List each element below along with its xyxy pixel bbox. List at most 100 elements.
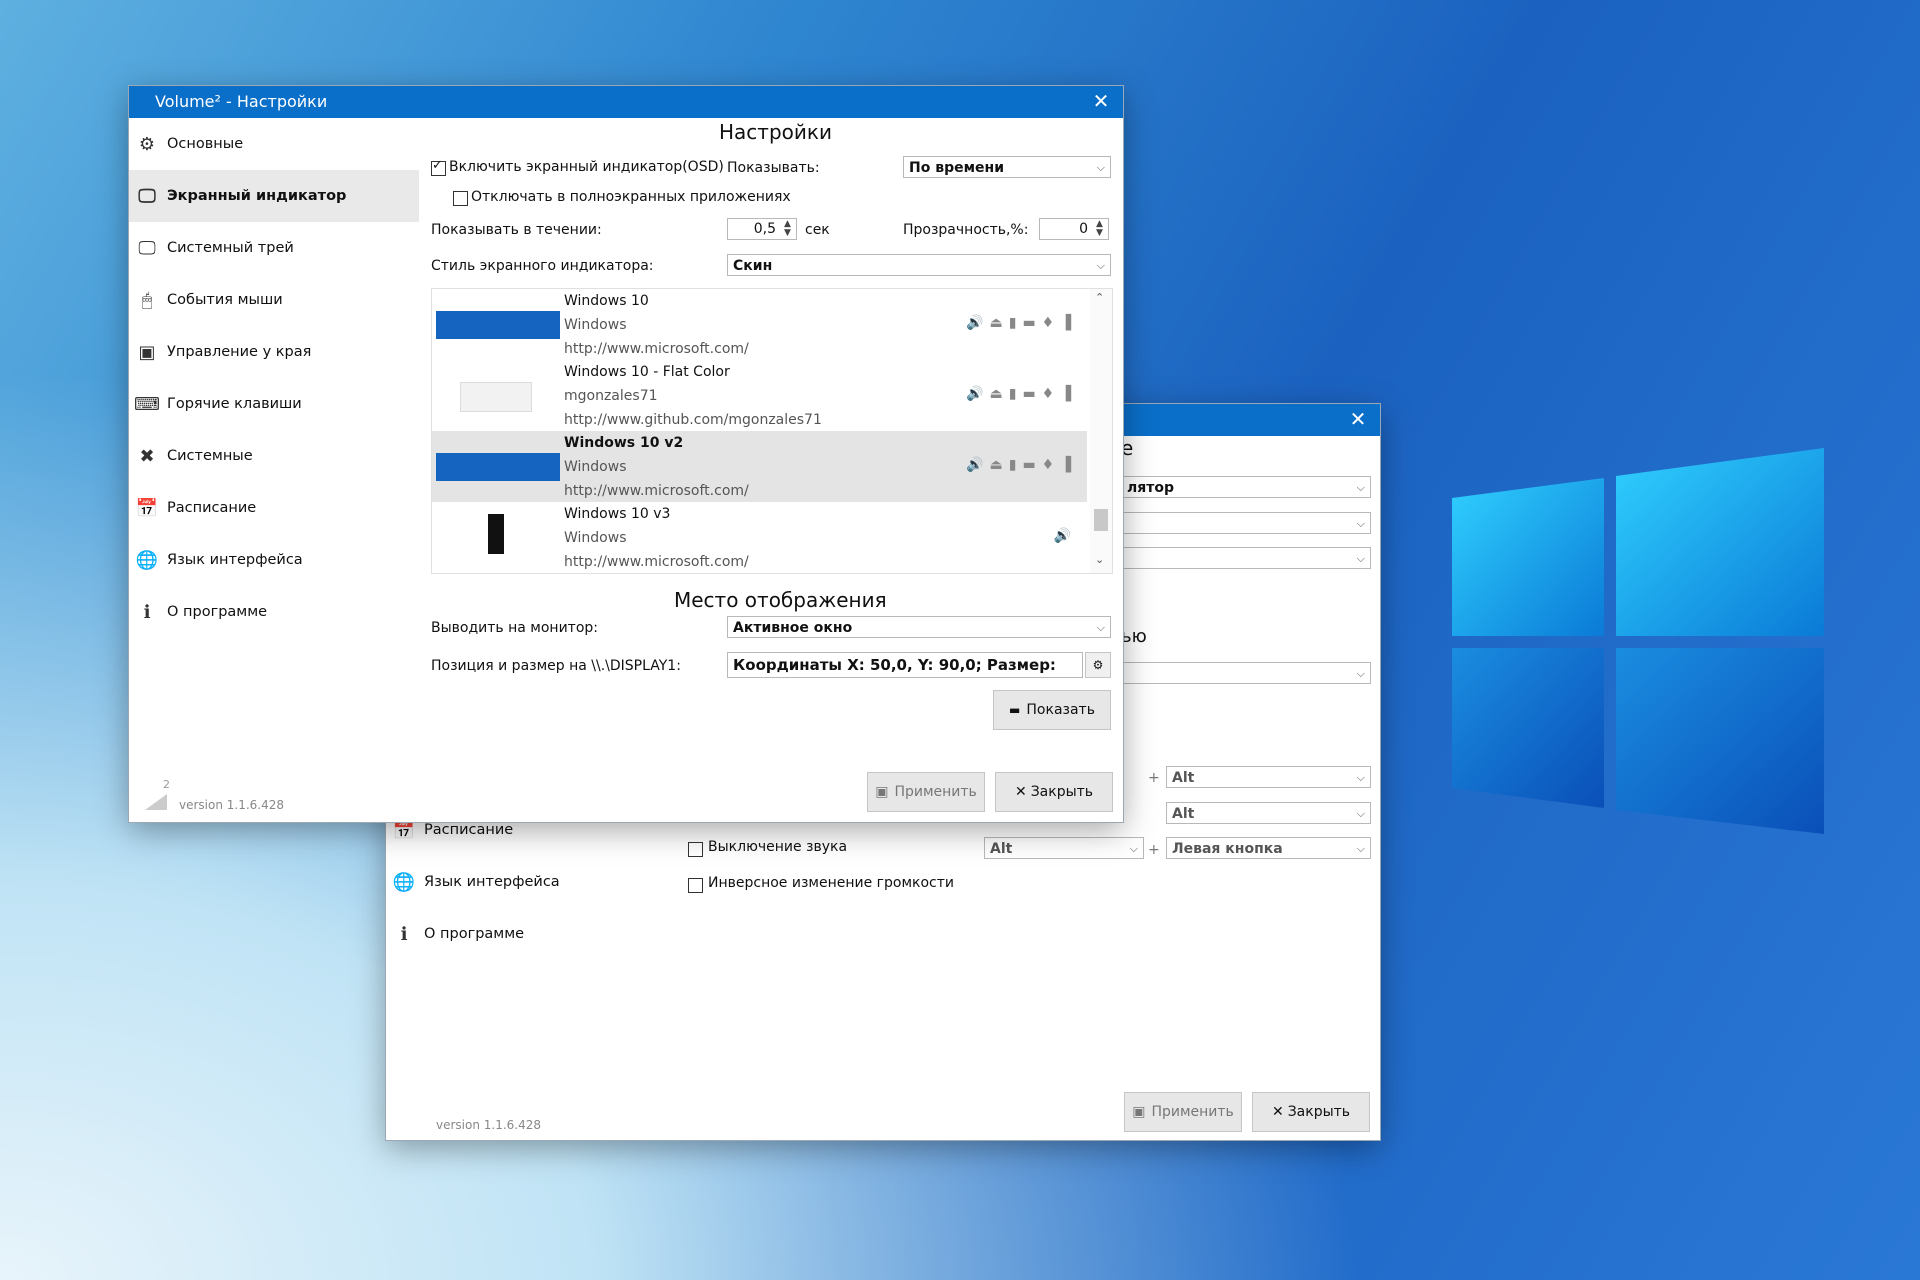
back-text-partial: ью xyxy=(1121,626,1147,647)
tray-icon: 🖵 xyxy=(138,237,156,259)
close-button[interactable]: ✕ Закрыть xyxy=(995,772,1113,812)
skin-feature-icons: 🔊⏏▮▬♦▐ xyxy=(966,386,1077,402)
sidebar-item-schedule[interactable]: 📅 Расписание xyxy=(129,482,419,534)
enable-osd-label: Включить экранный индикатор(OSD) xyxy=(449,159,724,175)
back-sidebar-item-about[interactable]: ℹ О программе xyxy=(386,908,676,960)
chevron-down-icon: ⌵ xyxy=(1096,161,1105,174)
speaker-icon: 🔊 xyxy=(1053,528,1077,544)
back-dropdown-1[interactable]: лятор ⌵ xyxy=(1121,476,1371,498)
sidebar-item-hotkeys[interactable]: ⌨ Горячие клавиши xyxy=(129,378,419,430)
close-icon[interactable]: ✕ xyxy=(1091,90,1111,112)
show-button[interactable]: ▬ Показать xyxy=(993,690,1111,730)
page-title: Настройки xyxy=(719,120,832,144)
inverse-volume-checkbox[interactable] xyxy=(688,878,703,893)
modifier-dropdown-1[interactable]: Alt ⌵ xyxy=(1166,766,1371,788)
gear-icon: ⚙ xyxy=(1092,658,1104,672)
back-dropdown-4[interactable]: ⌵ xyxy=(1121,662,1371,684)
back-version-label: version 1.1.6.428 xyxy=(436,1118,542,1132)
monitor-icon: 🖵 xyxy=(138,185,156,207)
chevron-down-icon: ⌵ xyxy=(1356,517,1365,530)
skin-preview-image xyxy=(436,453,560,481)
skin-preview-image xyxy=(460,382,532,412)
monitor-label: Выводить на монитор: xyxy=(431,620,598,636)
back-dropdown-2[interactable]: ⌵ xyxy=(1121,512,1371,534)
screen-edge-icon: ▣ xyxy=(138,341,156,363)
show-mode-label: Показывать: xyxy=(727,160,820,176)
skin-list-item[interactable]: Windows 10 - Flat Color mgonzales71 http… xyxy=(432,360,1087,431)
chevron-down-icon: ⌵ xyxy=(1129,842,1138,855)
skin-feature-icons: 🔊⏏▮▬♦▐ xyxy=(966,457,1077,473)
sidebar-item-system[interactable]: ✖ Системные xyxy=(129,430,419,482)
chevron-down-icon: ⌵ xyxy=(1096,259,1105,272)
apply-icon: ▣ xyxy=(1132,1104,1146,1120)
opacity-spinner[interactable]: 0 ▲ ▼ xyxy=(1039,218,1109,240)
back-apply-button[interactable]: ▣ Применить xyxy=(1124,1092,1242,1132)
sidebar-item-mouse[interactable]: 🖱 События мыши xyxy=(129,274,419,326)
disable-fullscreen-label: Отключать в полноэкранных приложениях xyxy=(471,189,791,205)
position-settings-button[interactable]: ⚙ xyxy=(1085,652,1111,678)
position-label: Позиция и размер на \\.\DISPLAY1: xyxy=(431,658,681,674)
gear-icon: ⚙ xyxy=(138,133,156,155)
monitor-icon: ▬ xyxy=(1009,703,1021,717)
window-title: Volume² - Настройки xyxy=(155,92,328,111)
spinner-arrows-icon[interactable]: ▲ ▼ xyxy=(780,220,795,238)
chevron-down-icon: ⌵ xyxy=(1356,842,1365,855)
back-sidebar-item-language[interactable]: 🌐 Язык интерфейса xyxy=(386,856,676,908)
mute-checkbox[interactable] xyxy=(688,842,703,857)
app-logo-mark: 2 xyxy=(143,778,170,812)
monitor-dropdown[interactable]: Активное окно ⌵ xyxy=(727,616,1111,638)
skin-list-item[interactable]: Windows 10 Windows http://www.microsoft.… xyxy=(432,289,1087,360)
disable-fullscreen-checkbox[interactable] xyxy=(453,191,468,206)
show-mode-dropdown[interactable]: По времени ⌵ xyxy=(903,156,1111,178)
duration-label: Показывать в течении: xyxy=(431,222,602,238)
enable-osd-checkbox[interactable] xyxy=(431,158,446,176)
sidebar-item-general[interactable]: ⚙ Основные xyxy=(129,118,419,170)
skin-list[interactable]: Windows 10 Windows http://www.microsoft.… xyxy=(431,288,1113,574)
mouse-button-dropdown[interactable]: Левая кнопка ⌵ xyxy=(1166,837,1371,859)
chevron-down-icon: ⌵ xyxy=(1356,667,1365,680)
scroll-down-icon[interactable]: ⌄ xyxy=(1095,553,1104,566)
sidebar-item-about[interactable]: ℹ О программе xyxy=(129,586,419,638)
chevron-down-icon: ⌵ xyxy=(1356,552,1365,565)
info-icon: ℹ xyxy=(400,923,408,945)
skin-list-scrollbar[interactable]: ⌃ ⌄ xyxy=(1090,289,1112,573)
close-icon: ✕ xyxy=(1271,1104,1284,1120)
apply-icon: ▣ xyxy=(875,784,889,800)
skin-preview-image xyxy=(436,311,560,339)
sidebar-item-tray[interactable]: 🖵 Системный трей xyxy=(129,222,419,274)
duration-spinner[interactable]: 0,5 ▲ ▼ xyxy=(727,218,797,240)
chevron-down-icon: ⌵ xyxy=(1356,481,1365,494)
plus-sign: + xyxy=(1148,770,1160,786)
skin-list-item[interactable]: Windows 10 v3 Windows http://www.microso… xyxy=(432,502,1087,573)
chevron-down-icon: ⌵ xyxy=(1356,807,1365,820)
apply-button[interactable]: ▣ Применить xyxy=(867,772,985,812)
back-close-icon[interactable]: ✕ xyxy=(1348,408,1368,430)
skin-list-item-selected[interactable]: Windows 10 v2 Windows http://www.microso… xyxy=(432,431,1087,502)
position-field[interactable]: Координаты X: 50,0, Y: 90,0; Размер: 100… xyxy=(727,652,1083,678)
mouse-icon: 🖱 xyxy=(141,289,153,311)
opacity-label: Прозрачность,%: xyxy=(903,222,1029,238)
keyboard-icon: ⌨ xyxy=(134,393,160,415)
chevron-down-icon: ⌵ xyxy=(1096,621,1105,634)
info-icon: ℹ xyxy=(143,601,151,623)
sidebar-item-language[interactable]: 🌐 Язык интерфейса xyxy=(129,534,419,586)
main-titlebar: Volume² - Настройки ✕ xyxy=(129,86,1123,118)
globe-icon: 🌐 xyxy=(392,871,416,893)
sidebar-item-osd[interactable]: 🖵 Экранный индикатор xyxy=(129,170,419,222)
osd-style-dropdown[interactable]: Скин ⌵ xyxy=(727,254,1111,276)
inverse-volume-label: Инверсное изменение громкости xyxy=(708,875,954,891)
scrollbar-thumb[interactable] xyxy=(1094,509,1108,531)
back-dropdown-3[interactable]: ⌵ xyxy=(1121,547,1371,569)
placement-heading: Место отображения xyxy=(674,588,887,612)
windows-logo xyxy=(1452,448,1824,834)
osd-style-label: Стиль экранного индикатора: xyxy=(431,258,654,274)
modifier-dropdown-2[interactable]: Alt ⌵ xyxy=(1166,802,1371,824)
modifier-dropdown-3[interactable]: Alt ⌵ xyxy=(984,837,1144,859)
spinner-arrows-icon[interactable]: ▲ ▼ xyxy=(1092,220,1107,238)
scroll-up-icon[interactable]: ⌃ xyxy=(1095,291,1104,304)
calendar-icon: 📅 xyxy=(135,497,159,519)
skin-preview-image xyxy=(488,514,504,554)
sidebar-item-edge[interactable]: ▣ Управление у края xyxy=(129,326,419,378)
back-close-button[interactable]: ✕ Закрыть xyxy=(1252,1092,1370,1132)
mute-label: Выключение звука xyxy=(708,839,848,855)
